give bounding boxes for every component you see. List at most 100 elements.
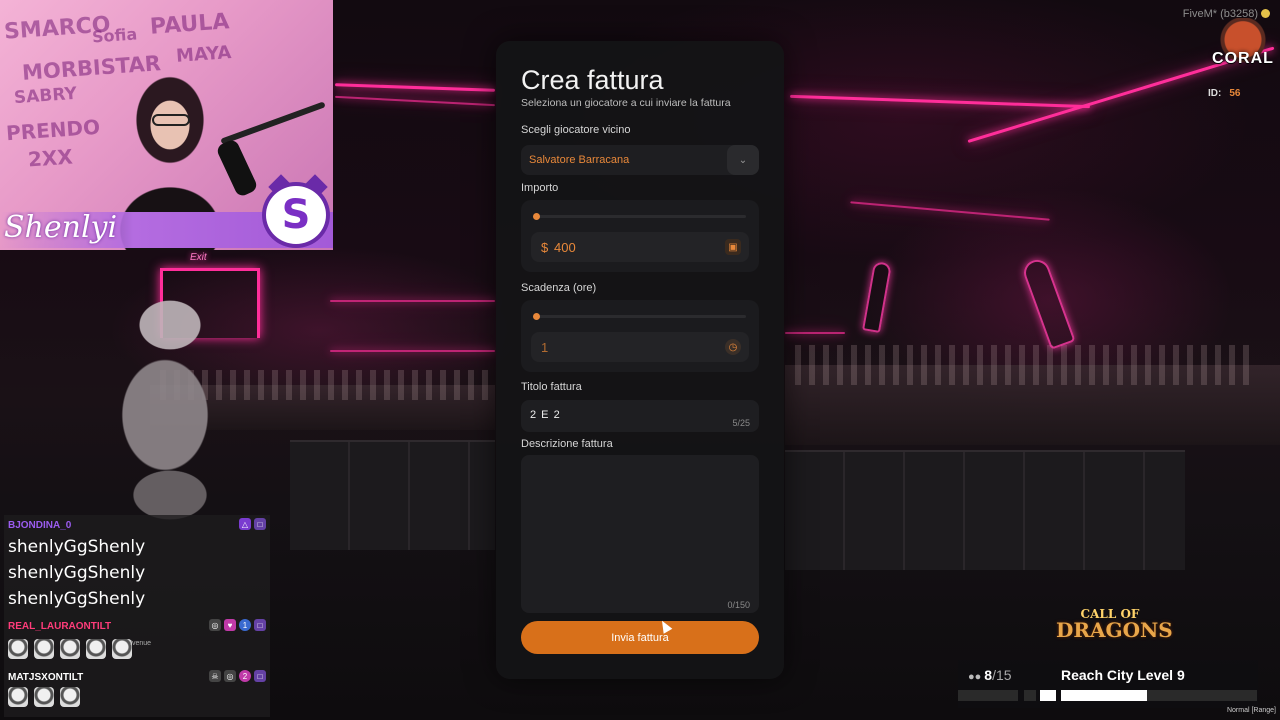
neon-strip [330,300,495,302]
invoice-title-value: 2 E 2 [530,409,561,421]
coin-icon [1261,9,1270,18]
streamer-name: Shenlyi [4,210,118,245]
modal-title: Crea fattura [521,65,664,95]
stream-chat: BJONDINA_0 △ □ shenlyGgShenly shenlyGgSh… [4,515,270,717]
chat-badges: △ □ [239,518,266,530]
server-id-label: ID: [1208,88,1222,99]
due-value: 1 [541,340,549,355]
invoice-title-input[interactable]: 2 E 2 5/25 [521,400,759,432]
player-select-value: Salvatore Barracana [529,154,630,166]
emote [34,639,54,659]
voice-mode-label: Normal [Range] [1226,707,1276,714]
glasses [152,114,190,126]
due-label: Scadenza (ore) [521,282,597,294]
send-invoice-button[interactable]: Invia fattura [521,621,759,654]
amount-card: $ 400 ▣ [521,200,759,272]
server-id-value: 56 [1229,88,1241,99]
chat-badges: ◎ ♥ 1 □ [209,619,266,631]
description-label: Descrizione fattura [521,438,613,450]
chat-message: shenlyGgShenly [8,589,146,609]
amount-slider[interactable] [533,213,746,220]
description-textarea[interactable]: 0/150 [521,455,759,613]
people-icon: ●● [968,671,982,683]
clock-icon: ◷ [725,339,741,355]
chat-message: shenlyGgShenly [8,537,146,557]
invoice-title-label: Titolo fattura [521,381,582,393]
neon-strip [790,94,1090,109]
amount-slider-thumb[interactable] [533,213,540,220]
wall-word: MAYA [175,42,233,67]
twitch-icon: □ [254,518,266,530]
neon-strip [335,95,495,107]
due-slider[interactable] [533,313,746,320]
twitch-icon: □ [254,619,266,631]
game-ad-logo: CALL OF DRAGONS [1056,606,1173,642]
neon-dancer-sign [1020,256,1076,350]
fridge-row [785,450,1185,570]
wall-word: PAULA [149,9,231,40]
emote [8,687,28,707]
emote [86,639,106,659]
server-player-id: ID: 56 [1208,88,1240,99]
hud-bar [1147,690,1257,701]
hud-bar [1024,690,1036,701]
title-char-counter: 5/25 [732,418,750,428]
emote-row [8,639,132,659]
modal-subtitle: Seleziona un giocatore a cui inviare la … [521,97,731,109]
hud-bar [1061,690,1147,701]
chat-username: MATJSXONTILT [8,672,84,683]
emote [34,687,54,707]
twitch-icon: □ [254,670,266,682]
hud-bar [1040,690,1056,701]
server-logo [1210,18,1276,80]
streamer-logo-letter: S [281,192,311,238]
emote [60,687,80,707]
due-slider-thumb[interactable] [533,313,540,320]
player-select-label: Scegli giocatore vicino [521,124,631,136]
wall-word: SABRY [13,83,78,109]
webcam-overlay: SMARCO Sofia PAULA MORBISTAR MAYA SABRY … [0,0,333,250]
count-badge: 1 [239,619,251,631]
wall-word: PRENDO [5,114,101,146]
count-badge: 2 [239,670,251,682]
neon-strip [330,350,495,352]
exit-sign: Exit [190,252,207,263]
player-select[interactable]: Salvatore Barracana ⌄ [521,145,759,175]
chat-username: REAL_LAURAONTILT [8,621,112,632]
chevron-down-icon[interactable]: ⌄ [727,145,759,175]
description-char-counter: 0/150 [727,600,750,610]
due-input[interactable]: 1 ◷ [531,332,749,362]
due-card: 1 ◷ [521,300,759,372]
neon-strip [785,332,845,334]
players-current: 8 [984,667,993,683]
player-count: ●● 8/15 [968,667,1012,683]
game-logo-bottom: DRAGONS [1056,618,1173,642]
fridge-row [290,440,495,550]
heart-icon: ♥ [224,619,236,631]
neon-strip [850,201,1050,221]
server-logo-text: CORAL [1212,50,1274,67]
emote [112,639,132,659]
emote [60,639,80,659]
mic-arm [220,101,326,145]
target-icon: ◎ [224,670,236,682]
skull-icon: ☠ [209,670,221,682]
amount-value: 400 [554,240,576,255]
invoice-modal: Crea fattura Seleziona un giocatore a cu… [496,41,784,679]
wall-word: 2XX [27,144,74,172]
cash-icon: ▣ [725,239,741,255]
emote [8,639,28,659]
wall-word: Sofia [91,24,138,47]
gamepad-icon: △ [239,518,251,530]
emote-caption: Ivenue [130,640,152,647]
chat-username: BJONDINA_0 [8,520,72,531]
amount-label: Importo [521,182,559,194]
bottle-shelf [795,345,1255,385]
amount-input[interactable]: $ 400 ▣ [531,232,749,262]
neon-dancer-sign [862,260,892,334]
players-max: /15 [992,667,1012,683]
chat-message: shenlyGgShenly [8,563,146,583]
neon-strip [334,83,496,92]
target-icon: ◎ [209,619,221,631]
player-character [95,295,245,525]
